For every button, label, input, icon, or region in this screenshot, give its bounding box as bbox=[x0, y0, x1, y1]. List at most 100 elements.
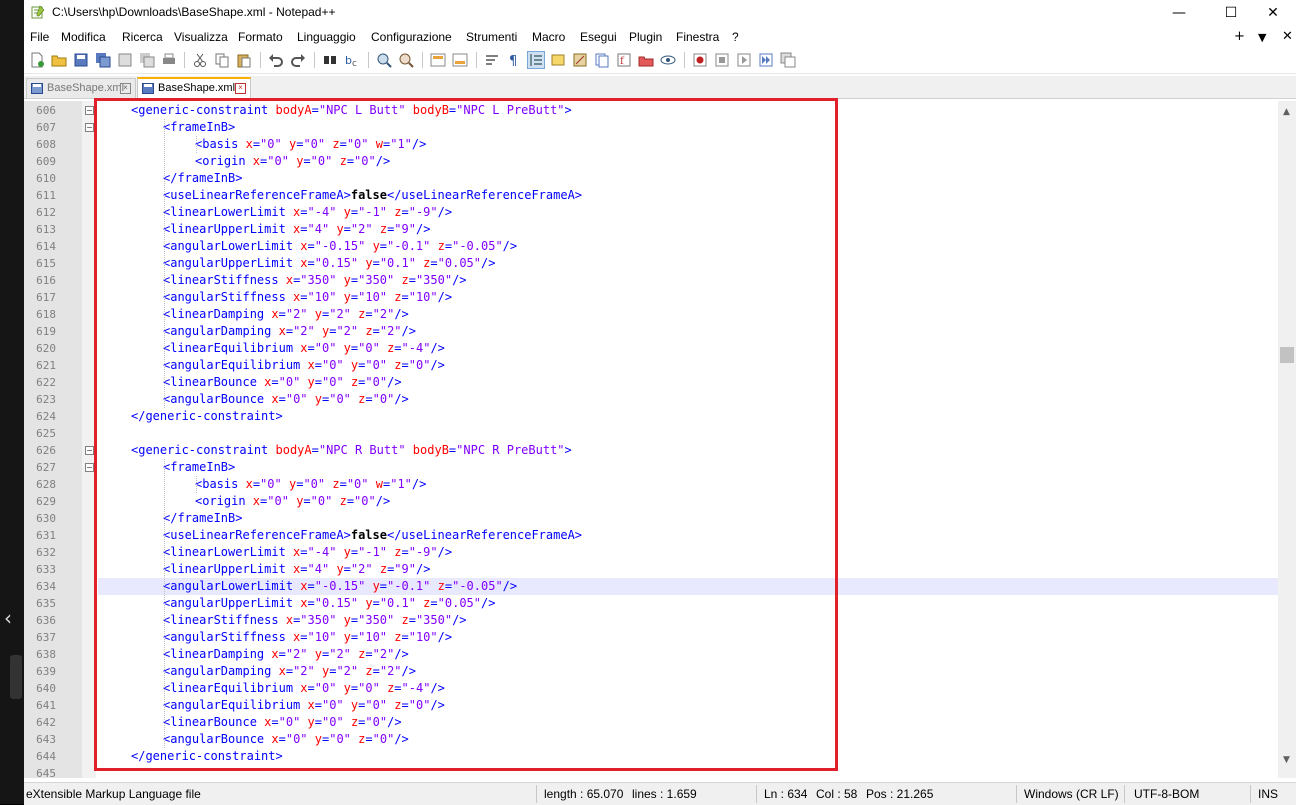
menu-macro[interactable]: Macro bbox=[532, 30, 565, 44]
menu-modifica[interactable]: Modifica bbox=[61, 30, 106, 44]
print-icon[interactable] bbox=[161, 52, 177, 68]
code-line[interactable]: </generic-constraint> bbox=[98, 748, 1278, 765]
code-line[interactable]: <linearStiffness x="350" y="350" z="350"… bbox=[98, 612, 1278, 629]
run-macro-multiple-icon[interactable] bbox=[758, 52, 774, 68]
code-line[interactable]: <frameInB> bbox=[98, 119, 1278, 136]
save-icon[interactable] bbox=[73, 52, 89, 68]
scroll-down-arrow-icon[interactable]: ▼ bbox=[1283, 755, 1290, 765]
tab-list-dropdown-icon[interactable]: ▼ bbox=[1258, 31, 1266, 44]
sync-horizontal-icon[interactable] bbox=[452, 52, 468, 68]
close-file-icon[interactable] bbox=[117, 52, 133, 68]
find-icon[interactable] bbox=[322, 52, 338, 68]
status-encoding[interactable]: UTF-8-BOM bbox=[1134, 787, 1199, 801]
menu-linguaggio[interactable]: Linguaggio bbox=[297, 30, 356, 44]
folder-workspace-icon[interactable] bbox=[638, 52, 654, 68]
code-line[interactable]: <generic-constraint bodyA="NPC R Butt" b… bbox=[98, 442, 1278, 459]
show-all-chars-icon[interactable]: ¶ bbox=[506, 52, 522, 68]
zoom-out-icon[interactable] bbox=[398, 52, 414, 68]
code-line[interactable]: </frameInB> bbox=[98, 510, 1278, 527]
zoom-in-icon[interactable] bbox=[376, 52, 392, 68]
code-line[interactable]: <linearDamping x="2" y="2" z="2"/> bbox=[98, 306, 1278, 323]
code-line[interactable]: <angularDamping x="2" y="2" z="2"/> bbox=[98, 323, 1278, 340]
word-wrap-icon[interactable] bbox=[484, 52, 500, 68]
menu-formato[interactable]: Formato bbox=[238, 30, 283, 44]
code-area[interactable]: <generic-constraint bodyA="NPC L Butt" b… bbox=[98, 101, 1278, 778]
menu-finestra[interactable]: Finestra bbox=[676, 30, 719, 44]
code-line[interactable]: </generic-constraint> bbox=[98, 408, 1278, 425]
code-line[interactable]: <angularUpperLimit x="0.15" y="0.1" z="0… bbox=[98, 255, 1278, 272]
open-file-icon[interactable] bbox=[51, 52, 67, 68]
menu-esegui[interactable]: Esegui bbox=[580, 30, 617, 44]
code-line[interactable]: <angularBounce x="0" y="0" z="0"/> bbox=[98, 731, 1278, 748]
close-window-button[interactable]: ✕ bbox=[1250, 0, 1296, 26]
vertical-scrollbar[interactable]: ▲ ▼ bbox=[1278, 101, 1296, 778]
code-line[interactable]: <origin x="0" y="0" z="0"/> bbox=[98, 153, 1278, 170]
close-tab-icon[interactable]: × bbox=[235, 83, 246, 94]
code-line[interactable] bbox=[98, 425, 1278, 442]
save-all-icon[interactable] bbox=[95, 52, 111, 68]
stop-macro-icon[interactable] bbox=[714, 52, 730, 68]
scroll-up-arrow-icon[interactable]: ▲ bbox=[1283, 107, 1290, 117]
code-line[interactable]: <angularStiffness x="10" y="10" z="10"/> bbox=[98, 289, 1278, 306]
code-line[interactable]: </frameInB> bbox=[98, 170, 1278, 187]
new-tab-plus-icon[interactable]: + bbox=[1234, 29, 1245, 44]
undo-icon[interactable] bbox=[268, 52, 284, 68]
code-line[interactable]: <frameInB> bbox=[98, 459, 1278, 476]
code-line[interactable]: <linearBounce x="0" y="0" z="0"/> bbox=[98, 374, 1278, 391]
menu-configurazione[interactable]: Configurazione bbox=[371, 30, 452, 44]
close-all-icon[interactable] bbox=[139, 52, 155, 68]
menu-strumenti[interactable]: Strumenti bbox=[466, 30, 517, 44]
doc-map-icon[interactable] bbox=[572, 52, 588, 68]
code-line[interactable]: <angularLowerLimit x="-0.15" y="-0.1" z=… bbox=[98, 578, 1278, 595]
code-line[interactable]: <useLinearReferenceFrameA>false</useLine… bbox=[98, 187, 1278, 204]
code-line[interactable]: <linearEquilibrium x="0" y="0" z="-4"/> bbox=[98, 680, 1278, 697]
fold-toggle-icon[interactable] bbox=[85, 463, 94, 472]
code-line[interactable]: <origin x="0" y="0" z="0"/> bbox=[98, 493, 1278, 510]
function-list-icon[interactable]: f bbox=[616, 52, 632, 68]
minimize-button[interactable]: — bbox=[1156, 0, 1202, 26]
code-line[interactable]: <linearDamping x="2" y="2" z="2"/> bbox=[98, 646, 1278, 663]
menu-ricerca[interactable]: Ricerca bbox=[122, 30, 163, 44]
chevron-left-icon[interactable]: ‹ bbox=[4, 606, 12, 630]
tab-baseshape-xml-1[interactable]: BaseShape.xml × bbox=[26, 78, 136, 98]
code-line[interactable]: <linearEquilibrium x="0" y="0" z="-4"/> bbox=[98, 340, 1278, 357]
code-line[interactable]: <angularBounce x="0" y="0" z="0"/> bbox=[98, 391, 1278, 408]
maximize-button[interactable]: ☐ bbox=[1208, 0, 1254, 26]
tab-baseshape-xml-2[interactable]: BaseShape.xml × bbox=[137, 77, 251, 98]
fold-toggle-icon[interactable] bbox=[85, 123, 94, 132]
menu-plugin[interactable]: Plugin bbox=[629, 30, 662, 44]
code-line[interactable]: <angularStiffness x="10" y="10" z="10"/> bbox=[98, 629, 1278, 646]
code-line[interactable]: <angularEquilibrium x="0" y="0" z="0"/> bbox=[98, 357, 1278, 374]
replace-icon[interactable]: bc bbox=[344, 52, 360, 68]
status-eol[interactable]: Windows (CR LF) bbox=[1024, 787, 1119, 801]
copy-icon[interactable] bbox=[214, 52, 230, 68]
code-line[interactable]: <angularDamping x="2" y="2" z="2"/> bbox=[98, 663, 1278, 680]
fold-margin[interactable] bbox=[82, 101, 96, 778]
indent-guide-icon[interactable] bbox=[527, 51, 545, 69]
new-file-icon[interactable] bbox=[29, 52, 45, 68]
status-insert-mode[interactable]: INS bbox=[1258, 787, 1278, 801]
cut-icon[interactable] bbox=[192, 52, 208, 68]
save-macro-icon[interactable] bbox=[780, 52, 796, 68]
close-tab-icon[interactable]: × bbox=[120, 83, 131, 94]
record-macro-icon[interactable] bbox=[692, 52, 708, 68]
play-macro-icon[interactable] bbox=[736, 52, 752, 68]
sync-vertical-icon[interactable] bbox=[430, 52, 446, 68]
menu-visualizza[interactable]: Visualizza bbox=[174, 30, 228, 44]
paste-icon[interactable] bbox=[236, 52, 252, 68]
code-line[interactable]: <linearUpperLimit x="4" y="2" z="9"/> bbox=[98, 561, 1278, 578]
code-line[interactable]: <linearBounce x="0" y="0" z="0"/> bbox=[98, 714, 1278, 731]
code-line[interactable]: <basis x="0" y="0" z="0" w="1"/> bbox=[98, 136, 1278, 153]
doc-list-icon[interactable] bbox=[594, 52, 610, 68]
code-line[interactable]: <useLinearReferenceFrameA>false</useLine… bbox=[98, 527, 1278, 544]
close-document-icon[interactable]: ✕ bbox=[1282, 29, 1293, 44]
menu-help[interactable]: ? bbox=[732, 30, 739, 44]
code-line[interactable]: <linearStiffness x="350" y="350" z="350"… bbox=[98, 272, 1278, 289]
monitoring-icon[interactable] bbox=[660, 52, 676, 68]
code-line[interactable]: <angularUpperLimit x="0.15" y="0.1" z="0… bbox=[98, 595, 1278, 612]
editor-pane[interactable]: 606 607 608 609 610 611 612 613 614 615 616 617 618 6… bbox=[24, 101, 1296, 778]
code-line[interactable]: <linearLowerLimit x="-4" y="-1" z="-9"/> bbox=[98, 544, 1278, 561]
fold-toggle-icon[interactable] bbox=[85, 446, 94, 455]
redo-icon[interactable] bbox=[290, 52, 306, 68]
code-line[interactable] bbox=[98, 765, 1278, 778]
